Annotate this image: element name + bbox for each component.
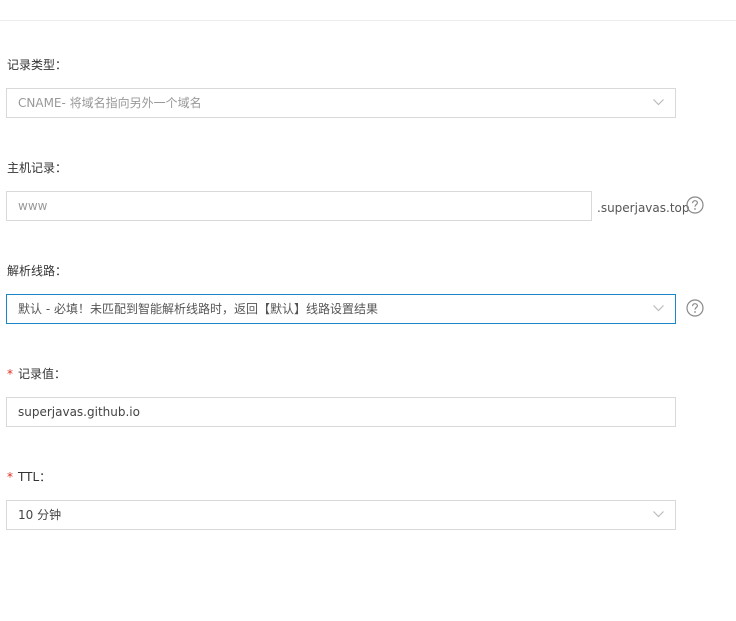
record-value-input[interactable]: superjavas.github.io — [6, 397, 676, 427]
record-type-value: CNAME- 将域名指向另外一个域名 — [18, 96, 202, 110]
record-type-select[interactable]: CNAME- 将域名指向另外一个域名 — [6, 88, 676, 118]
resolve-line-select[interactable]: 默认 - 必填！未匹配到智能解析线路时，返回【默认】线路设置结果 — [6, 294, 676, 324]
chevron-down-icon — [653, 511, 664, 518]
record-value-label-row: * 记录值： — [7, 366, 66, 382]
chevron-down-icon — [653, 99, 664, 106]
question-circle-icon[interactable] — [686, 299, 704, 317]
chevron-down-icon — [653, 305, 664, 312]
host-record-label: 主机记录： — [7, 161, 68, 175]
ttl-label-row: * TTL： — [7, 469, 51, 485]
question-circle-icon[interactable] — [686, 196, 704, 214]
resolve-line-label: 解析线路： — [7, 264, 68, 278]
ttl-value: 10 分钟 — [18, 508, 62, 522]
record-value-text: superjavas.github.io — [18, 405, 140, 419]
host-record-input[interactable]: www — [6, 191, 592, 221]
top-divider — [0, 20, 736, 21]
domain-suffix: .superjavas.top — [597, 201, 690, 215]
record-type-label: 记录类型： — [7, 58, 68, 72]
resolve-line-value: 默认 - 必填！未匹配到智能解析线路时，返回【默认】线路设置结果 — [18, 302, 378, 316]
required-mark: * — [7, 367, 13, 381]
ttl-select[interactable]: 10 分钟 — [6, 500, 676, 530]
host-record-placeholder: www — [18, 199, 48, 213]
ttl-label: TTL： — [18, 470, 52, 484]
required-mark: * — [7, 470, 13, 484]
record-value-label: 记录值： — [18, 367, 67, 381]
